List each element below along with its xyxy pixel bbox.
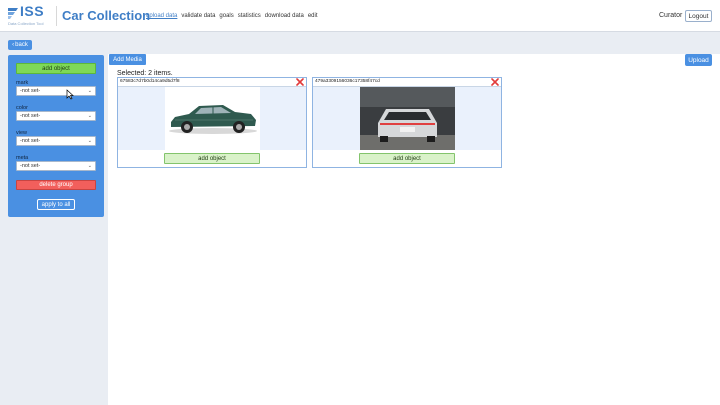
nav-validate-data[interactable]: validate data [181, 13, 215, 19]
add-media-button[interactable]: Add Media [109, 54, 146, 65]
meta-select-value: -not set- [20, 163, 41, 169]
back-button[interactable]: ‹ back [8, 40, 32, 50]
color-select-value: -not set- [20, 113, 41, 119]
main-nav: upload data validate data goals statisti… [146, 13, 318, 19]
media-id: 479a3309156036c17358f47cd [315, 79, 380, 84]
nav-edit[interactable]: edit [308, 13, 318, 19]
nav-download-data[interactable]: download data [265, 13, 304, 19]
media-preview [118, 87, 306, 150]
close-icon[interactable] [491, 78, 499, 86]
car-photo[interactable] [360, 87, 455, 150]
chevron-down-icon: ⌄ [87, 163, 92, 169]
media-preview [313, 87, 501, 150]
logout-button[interactable]: Logout [685, 10, 712, 22]
mark-select-value: -not set- [20, 88, 41, 94]
selection-count: Selected: 2 items. [117, 70, 173, 77]
card-add-object-button[interactable]: add object [359, 153, 455, 164]
upload-button[interactable]: Upload [685, 54, 712, 66]
nav-upload-data[interactable]: upload data [146, 13, 177, 19]
logo-text: ISS [20, 3, 45, 19]
apply-to-all-button[interactable]: apply to all [37, 199, 75, 210]
iss-logo[interactable]: ISS Data Collection Tool [7, 3, 55, 29]
app-title: Car Collection [62, 8, 151, 23]
chevron-down-icon: ⌄ [87, 88, 92, 94]
meta-select[interactable]: -not set- ⌄ [16, 161, 96, 171]
media-card[interactable]: 67583c7d7b0d14ca9d5d7f8 add object [117, 77, 307, 168]
view-select[interactable]: -not set- ⌄ [16, 136, 96, 146]
add-object-button[interactable]: add object [16, 63, 96, 74]
media-id: 67583c7d7b0d14ca9d5d7f8 [120, 79, 180, 84]
car-photo[interactable] [165, 87, 260, 150]
logo-tagline: Data Collection Tool [8, 21, 44, 26]
mark-select[interactable]: -not set- ⌄ [16, 86, 96, 96]
mouse-cursor-icon [66, 89, 74, 100]
view-select-value: -not set- [20, 138, 41, 144]
chevron-down-icon: ⌄ [87, 113, 92, 119]
delete-group-button[interactable]: delete group [16, 180, 96, 190]
back-label: back [15, 42, 28, 48]
media-card[interactable]: 479a3309156036c17358f47cd add object [312, 77, 502, 168]
chevron-left-icon: ‹ [12, 42, 15, 48]
user-role: Curator [659, 12, 683, 19]
group-sidebar: add object mark -not set- ⌄ color -not s… [8, 55, 104, 217]
nav-goals[interactable]: goals [219, 13, 233, 19]
close-icon[interactable] [296, 78, 304, 86]
card-add-object-button[interactable]: add object [164, 153, 260, 164]
chevron-down-icon: ⌄ [87, 138, 92, 144]
top-header: ISS Data Collection Tool Car Collection … [0, 0, 720, 32]
header-divider [56, 6, 57, 26]
color-select[interactable]: -not set- ⌄ [16, 111, 96, 121]
nav-statistics[interactable]: statistics [238, 13, 261, 19]
